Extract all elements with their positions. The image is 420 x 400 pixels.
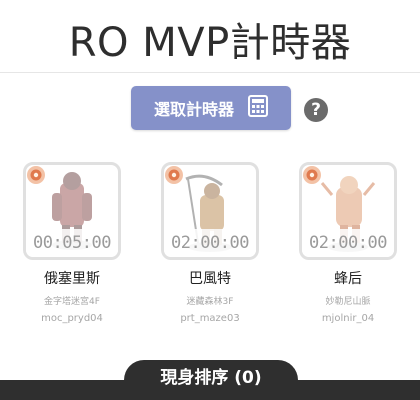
mvp-portrait-frame: 02:00:00 [161, 162, 259, 260]
mvp-badge-icon [27, 166, 45, 184]
mvp-name: 巴風特 [189, 271, 231, 287]
select-timer-label: 選取計時器 [153, 100, 234, 119]
mvp-map-name: 金字塔迷宮4F [44, 297, 100, 307]
help-icon[interactable]: ? [304, 98, 328, 122]
mvp-portrait-frame: 02:00:00 [299, 162, 397, 260]
mvp-card[interactable]: 02:00:00 巴風特 迷藏森林3F prt_maze03 [160, 162, 260, 324]
mvp-map-id: mjolnir_04 [321, 313, 375, 324]
select-timer-button[interactable]: 選取計時器 [131, 86, 291, 130]
mvp-map-id: moc_pryd04 [41, 313, 103, 324]
mvp-name: 蜂后 [334, 271, 362, 287]
header-divider [0, 72, 420, 73]
spawn-order-tab[interactable]: 現身排序 (0) [124, 360, 298, 400]
calculator-icon [248, 95, 268, 121]
page-title: RO MVP計時器 [68, 20, 352, 66]
mvp-timer: 02:00:00 [302, 229, 394, 257]
mvp-timer: 00:05:00 [26, 229, 118, 257]
mvp-portrait-frame: 00:05:00 [23, 162, 121, 260]
mvp-badge-icon [165, 166, 183, 184]
mvp-map-name: 妙勒尼山脈 [325, 297, 371, 307]
mvp-timer: 02:00:00 [164, 229, 256, 257]
mvp-name: 俄塞里斯 [44, 271, 100, 287]
mvp-map-name: 迷藏森林3F [186, 297, 234, 307]
mvp-card[interactable]: 02:00:00 蜂后 妙勒尼山脈 mjolnir_04 [298, 162, 398, 324]
mvp-card[interactable]: 00:05:00 俄塞里斯 金字塔迷宮4F moc_pryd04 [22, 162, 122, 324]
mvp-map-id: prt_maze03 [180, 313, 240, 324]
mvp-badge-icon [303, 166, 321, 184]
